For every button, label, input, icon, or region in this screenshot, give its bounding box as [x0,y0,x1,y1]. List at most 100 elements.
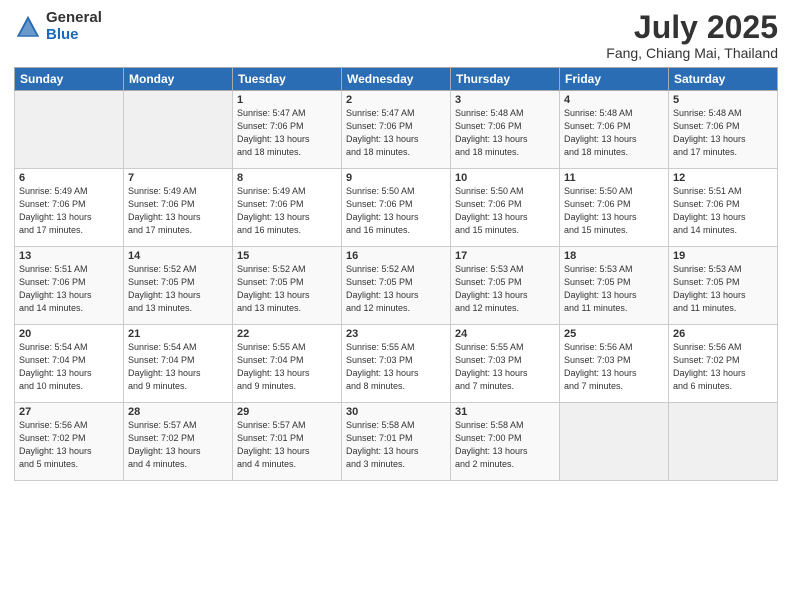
day-number: 7 [128,172,228,184]
day-number: 29 [237,406,337,418]
day-number: 5 [673,94,773,106]
day-number: 14 [128,250,228,262]
day-number: 30 [346,406,446,418]
day-number: 9 [346,172,446,184]
calendar-cell: 20Sunrise: 5:54 AM Sunset: 7:04 PM Dayli… [15,325,124,403]
calendar-cell: 31Sunrise: 5:58 AM Sunset: 7:00 PM Dayli… [451,403,560,481]
calendar-cell: 13Sunrise: 5:51 AM Sunset: 7:06 PM Dayli… [15,247,124,325]
day-info: Sunrise: 5:57 AM Sunset: 7:01 PM Dayligh… [237,419,337,471]
day-number: 11 [564,172,664,184]
day-info: Sunrise: 5:53 AM Sunset: 7:05 PM Dayligh… [455,263,555,315]
calendar-cell: 7Sunrise: 5:49 AM Sunset: 7:06 PM Daylig… [124,169,233,247]
day-number: 15 [237,250,337,262]
calendar-cell: 21Sunrise: 5:54 AM Sunset: 7:04 PM Dayli… [124,325,233,403]
day-number: 21 [128,328,228,340]
col-friday: Friday [560,68,669,91]
day-number: 3 [455,94,555,106]
month-title: July 2025 [606,10,778,45]
day-number: 28 [128,406,228,418]
title-block: July 2025 Fang, Chiang Mai, Thailand [606,10,778,61]
day-number: 19 [673,250,773,262]
calendar-cell: 22Sunrise: 5:55 AM Sunset: 7:04 PM Dayli… [233,325,342,403]
calendar-table: Sunday Monday Tuesday Wednesday Thursday… [14,67,778,481]
day-info: Sunrise: 5:49 AM Sunset: 7:06 PM Dayligh… [237,185,337,237]
calendar-cell: 3Sunrise: 5:48 AM Sunset: 7:06 PM Daylig… [451,91,560,169]
day-info: Sunrise: 5:54 AM Sunset: 7:04 PM Dayligh… [128,341,228,393]
calendar-cell: 27Sunrise: 5:56 AM Sunset: 7:02 PM Dayli… [15,403,124,481]
calendar-cell: 2Sunrise: 5:47 AM Sunset: 7:06 PM Daylig… [342,91,451,169]
day-number: 16 [346,250,446,262]
day-info: Sunrise: 5:52 AM Sunset: 7:05 PM Dayligh… [346,263,446,315]
calendar-cell: 23Sunrise: 5:55 AM Sunset: 7:03 PM Dayli… [342,325,451,403]
day-info: Sunrise: 5:56 AM Sunset: 7:03 PM Dayligh… [564,341,664,393]
location-title: Fang, Chiang Mai, Thailand [606,45,778,61]
day-info: Sunrise: 5:55 AM Sunset: 7:04 PM Dayligh… [237,341,337,393]
calendar-cell: 9Sunrise: 5:50 AM Sunset: 7:06 PM Daylig… [342,169,451,247]
day-info: Sunrise: 5:48 AM Sunset: 7:06 PM Dayligh… [564,107,664,159]
col-saturday: Saturday [669,68,778,91]
calendar-cell: 10Sunrise: 5:50 AM Sunset: 7:06 PM Dayli… [451,169,560,247]
calendar-cell: 6Sunrise: 5:49 AM Sunset: 7:06 PM Daylig… [15,169,124,247]
calendar-cell [15,91,124,169]
calendar-cell: 4Sunrise: 5:48 AM Sunset: 7:06 PM Daylig… [560,91,669,169]
day-info: Sunrise: 5:52 AM Sunset: 7:05 PM Dayligh… [128,263,228,315]
col-wednesday: Wednesday [342,68,451,91]
calendar-cell: 5Sunrise: 5:48 AM Sunset: 7:06 PM Daylig… [669,91,778,169]
calendar-week-row: 1Sunrise: 5:47 AM Sunset: 7:06 PM Daylig… [15,91,778,169]
day-info: Sunrise: 5:58 AM Sunset: 7:01 PM Dayligh… [346,419,446,471]
col-monday: Monday [124,68,233,91]
day-info: Sunrise: 5:48 AM Sunset: 7:06 PM Dayligh… [455,107,555,159]
day-info: Sunrise: 5:50 AM Sunset: 7:06 PM Dayligh… [346,185,446,237]
col-tuesday: Tuesday [233,68,342,91]
calendar-week-row: 13Sunrise: 5:51 AM Sunset: 7:06 PM Dayli… [15,247,778,325]
day-number: 1 [237,94,337,106]
day-info: Sunrise: 5:50 AM Sunset: 7:06 PM Dayligh… [564,185,664,237]
day-number: 8 [237,172,337,184]
day-info: Sunrise: 5:48 AM Sunset: 7:06 PM Dayligh… [673,107,773,159]
calendar-cell: 17Sunrise: 5:53 AM Sunset: 7:05 PM Dayli… [451,247,560,325]
calendar-cell: 18Sunrise: 5:53 AM Sunset: 7:05 PM Dayli… [560,247,669,325]
calendar-cell: 1Sunrise: 5:47 AM Sunset: 7:06 PM Daylig… [233,91,342,169]
calendar-cell [669,403,778,481]
col-sunday: Sunday [15,68,124,91]
calendar-cell: 25Sunrise: 5:56 AM Sunset: 7:03 PM Dayli… [560,325,669,403]
calendar-cell: 26Sunrise: 5:56 AM Sunset: 7:02 PM Dayli… [669,325,778,403]
calendar-cell: 30Sunrise: 5:58 AM Sunset: 7:01 PM Dayli… [342,403,451,481]
calendar-cell: 16Sunrise: 5:52 AM Sunset: 7:05 PM Dayli… [342,247,451,325]
day-info: Sunrise: 5:55 AM Sunset: 7:03 PM Dayligh… [455,341,555,393]
day-info: Sunrise: 5:49 AM Sunset: 7:06 PM Dayligh… [19,185,119,237]
day-number: 4 [564,94,664,106]
day-number: 22 [237,328,337,340]
calendar-cell: 29Sunrise: 5:57 AM Sunset: 7:01 PM Dayli… [233,403,342,481]
calendar-cell: 12Sunrise: 5:51 AM Sunset: 7:06 PM Dayli… [669,169,778,247]
logo: General Blue [14,10,102,43]
day-number: 31 [455,406,555,418]
day-number: 17 [455,250,555,262]
day-info: Sunrise: 5:51 AM Sunset: 7:06 PM Dayligh… [19,263,119,315]
day-info: Sunrise: 5:49 AM Sunset: 7:06 PM Dayligh… [128,185,228,237]
day-info: Sunrise: 5:52 AM Sunset: 7:05 PM Dayligh… [237,263,337,315]
calendar-cell: 11Sunrise: 5:50 AM Sunset: 7:06 PM Dayli… [560,169,669,247]
calendar-cell: 24Sunrise: 5:55 AM Sunset: 7:03 PM Dayli… [451,325,560,403]
day-info: Sunrise: 5:56 AM Sunset: 7:02 PM Dayligh… [673,341,773,393]
calendar-cell: 15Sunrise: 5:52 AM Sunset: 7:05 PM Dayli… [233,247,342,325]
calendar-header-row: Sunday Monday Tuesday Wednesday Thursday… [15,68,778,91]
calendar-cell [560,403,669,481]
day-number: 24 [455,328,555,340]
day-info: Sunrise: 5:53 AM Sunset: 7:05 PM Dayligh… [673,263,773,315]
day-info: Sunrise: 5:54 AM Sunset: 7:04 PM Dayligh… [19,341,119,393]
day-info: Sunrise: 5:47 AM Sunset: 7:06 PM Dayligh… [237,107,337,159]
day-number: 26 [673,328,773,340]
day-number: 20 [19,328,119,340]
calendar-cell [124,91,233,169]
calendar-week-row: 27Sunrise: 5:56 AM Sunset: 7:02 PM Dayli… [15,403,778,481]
day-info: Sunrise: 5:53 AM Sunset: 7:05 PM Dayligh… [564,263,664,315]
page: General Blue July 2025 Fang, Chiang Mai,… [0,0,792,612]
day-number: 13 [19,250,119,262]
calendar-cell: 14Sunrise: 5:52 AM Sunset: 7:05 PM Dayli… [124,247,233,325]
day-info: Sunrise: 5:47 AM Sunset: 7:06 PM Dayligh… [346,107,446,159]
day-number: 2 [346,94,446,106]
day-number: 10 [455,172,555,184]
header: General Blue July 2025 Fang, Chiang Mai,… [14,10,778,61]
day-number: 12 [673,172,773,184]
